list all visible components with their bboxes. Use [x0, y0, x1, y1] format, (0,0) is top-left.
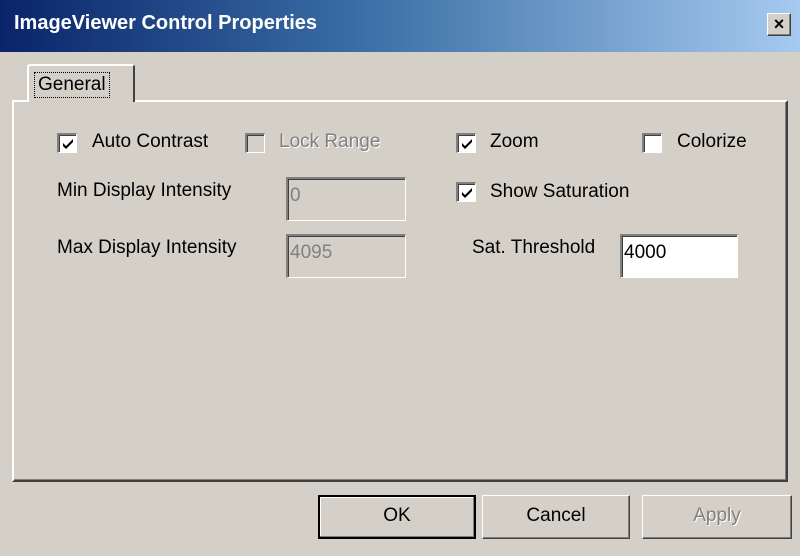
- properties-dialog: ImageViewer Control Properties × General…: [0, 0, 800, 556]
- sat-threshold-label: Sat. Threshold: [472, 237, 596, 258]
- max-display-intensity-input[interactable]: 4095: [286, 234, 406, 278]
- tab-general[interactable]: General: [27, 64, 135, 102]
- auto-contrast-checkbox[interactable]: [57, 133, 77, 153]
- ok-button[interactable]: OK: [318, 495, 476, 539]
- sat-threshold-input[interactable]: 4000: [620, 234, 738, 278]
- show-saturation-label: Show Saturation: [490, 181, 630, 202]
- tab-general-label: General: [34, 72, 110, 98]
- zoom-label: Zoom: [490, 131, 539, 152]
- cancel-button[interactable]: Cancel: [482, 495, 630, 539]
- colorize-checkbox[interactable]: [642, 133, 662, 153]
- checkmark-icon: [462, 188, 472, 198]
- lock-range-checkbox[interactable]: [245, 133, 265, 153]
- window-title: ImageViewer Control Properties: [14, 12, 318, 34]
- lock-range-label: Lock Range: [279, 131, 381, 152]
- title-bar[interactable]: ImageViewer Control Properties ×: [0, 0, 800, 52]
- zoom-checkbox[interactable]: [456, 133, 476, 153]
- apply-button[interactable]: Apply: [642, 495, 792, 539]
- checkmark-icon: [462, 139, 472, 149]
- checkmark-icon: [63, 139, 73, 149]
- general-panel: [12, 100, 788, 482]
- close-icon: ×: [773, 14, 785, 34]
- min-display-intensity-label: Min Display Intensity: [57, 180, 232, 201]
- max-display-intensity-label: Max Display Intensity: [57, 237, 237, 258]
- min-display-intensity-input[interactable]: 0: [286, 177, 406, 221]
- show-saturation-checkbox[interactable]: [456, 182, 476, 202]
- auto-contrast-label: Auto Contrast: [92, 131, 209, 152]
- colorize-label: Colorize: [677, 131, 747, 152]
- close-button[interactable]: ×: [767, 13, 791, 36]
